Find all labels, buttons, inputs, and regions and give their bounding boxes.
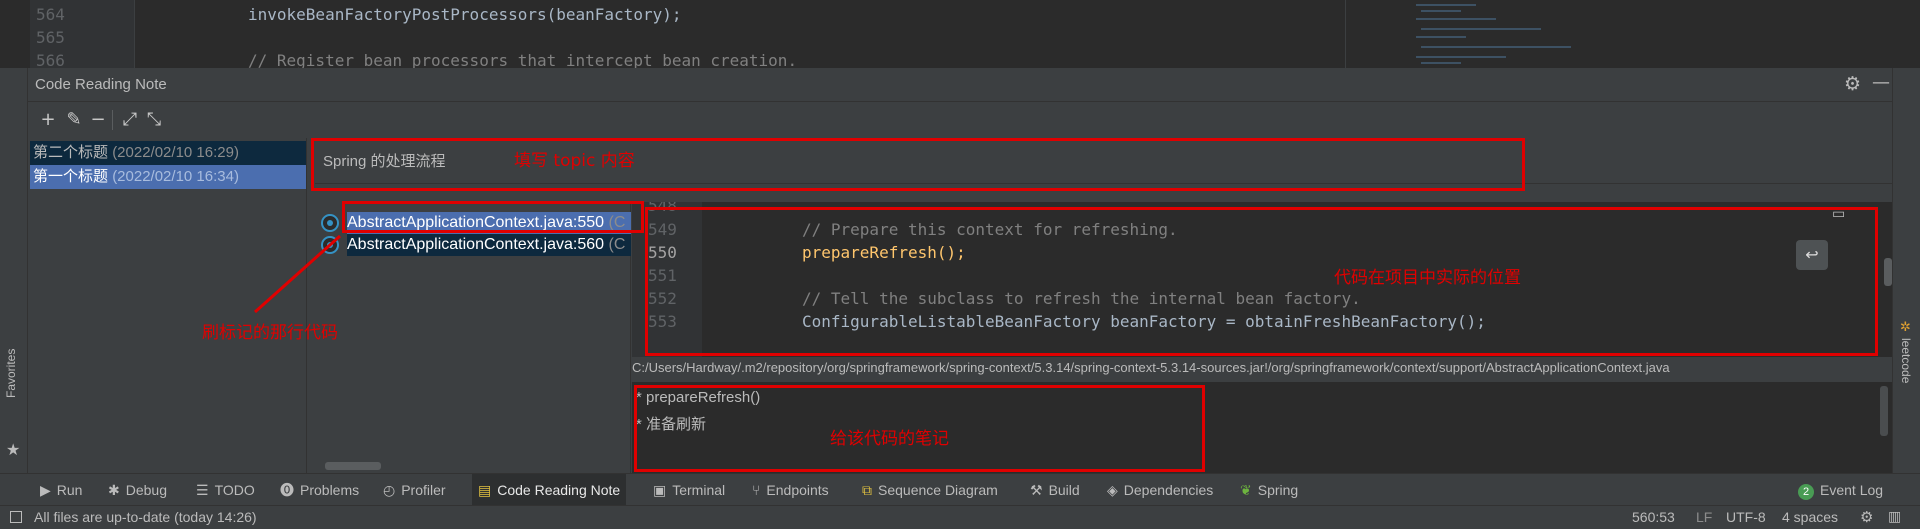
annotation-text-note: 给该代码的笔记 bbox=[830, 429, 949, 449]
note-toolbar: + ✎ − ⤢ ⤡ bbox=[28, 102, 307, 138]
topic-date: (2022/02/10 16:34) bbox=[112, 168, 239, 185]
edit-icon[interactable]: ✎ bbox=[64, 110, 84, 130]
tab-dependencies[interactable]: ◈ Dependencies bbox=[1107, 474, 1213, 506]
tab-todo[interactable]: ☰ TODO bbox=[196, 474, 255, 506]
tool-window-bar: ▶ Run ✱ Debug ☰ TODO ⓿ Problems ◴ Profiler ▤ C… bbox=[0, 473, 1920, 506]
code-location-name: AbstractApplicationContext.java:560 bbox=[347, 236, 605, 253]
list-icon: ☰ bbox=[196, 482, 209, 498]
annotation-text-topic: 填写 topic 内容 bbox=[514, 151, 635, 171]
terminal-icon: ▣ bbox=[653, 482, 667, 498]
leetcode-icon[interactable]: ✲ bbox=[1900, 320, 1911, 335]
tab-profiler[interactable]: ◴ Profiler bbox=[383, 474, 446, 506]
line-ending[interactable]: LF bbox=[1696, 509, 1712, 525]
vertical-scrollbar[interactable] bbox=[1884, 258, 1892, 286]
file-encoding[interactable]: UTF-8 bbox=[1726, 509, 1766, 525]
note-icon: ▤ bbox=[478, 482, 492, 498]
horizontal-scrollbar[interactable] bbox=[325, 462, 381, 470]
annotation-arrow bbox=[254, 234, 341, 314]
minimap bbox=[1345, 0, 1920, 68]
tool-window-title: Code Reading Note bbox=[35, 76, 167, 93]
status-message: All files are up-to-date (today 14:26) bbox=[34, 509, 257, 525]
code-comment[interactable]: // Register bean processors that interce… bbox=[248, 51, 797, 68]
code-location-item[interactable]: AbstractApplicationContext.java:560 (C bbox=[347, 234, 631, 256]
tab-code-reading-note[interactable]: ▤ Code Reading Note bbox=[472, 474, 627, 506]
file-path: C:/Users/Hardway/.m2/repository/org/spri… bbox=[632, 360, 1670, 375]
topic-title: 第二个标题 bbox=[33, 144, 109, 161]
star-icon[interactable]: ★ bbox=[6, 440, 20, 459]
add-icon[interactable]: + bbox=[38, 110, 58, 130]
spring-icon: ❦ bbox=[1240, 482, 1252, 498]
right-tool-strip: ✲ leetcode bbox=[1892, 68, 1920, 473]
tab-build[interactable]: ⚒ Build bbox=[1030, 474, 1080, 506]
tab-problems[interactable]: ⓿ Problems bbox=[280, 474, 359, 506]
remove-icon[interactable]: − bbox=[88, 110, 108, 130]
editor-background: 564 invokeBeanFactoryPostProcessors(bean… bbox=[0, 0, 1920, 68]
toolbar-divider bbox=[112, 110, 113, 130]
play-icon: ▶ bbox=[40, 482, 51, 498]
tab-event-log[interactable]: 2 Event Log bbox=[1798, 474, 1883, 506]
indent-setting[interactable]: 4 spaces bbox=[1782, 509, 1838, 525]
event-count-badge: 2 bbox=[1798, 484, 1814, 500]
hammer-icon: ⚒ bbox=[1030, 482, 1043, 498]
profiler-icon: ◴ bbox=[383, 482, 396, 498]
endpoints-icon: ⑂ bbox=[752, 482, 761, 498]
vertical-scrollbar[interactable] bbox=[1880, 386, 1888, 436]
bug-icon: ✱ bbox=[108, 482, 120, 498]
inspection-icon[interactable]: ⚙ bbox=[1860, 508, 1873, 526]
annotation-box-topic bbox=[311, 138, 1525, 191]
code-line[interactable]: invokeBeanFactoryPostProcessors(beanFact… bbox=[248, 5, 681, 24]
annotation-text-line: 刷标记的那行代码 bbox=[202, 323, 338, 343]
tab-endpoints[interactable]: ⑂ Endpoints bbox=[752, 474, 829, 506]
code-location-list: AbstractApplicationContext.java:550 (C A… bbox=[315, 202, 631, 473]
sequence-diagram-icon: ⧉ bbox=[862, 482, 872, 498]
code-location-hint: (C bbox=[608, 236, 626, 253]
minimize-icon[interactable]: — bbox=[1872, 72, 1890, 93]
dependencies-icon: ◈ bbox=[1107, 482, 1118, 498]
gear-icon[interactable]: ⚙ bbox=[1844, 73, 1861, 95]
topic-item-selected[interactable]: 第一个标题 (2022/02/10 16:34) bbox=[30, 165, 306, 189]
annotation-text-code: 代码在项目中实际的位置 bbox=[1334, 268, 1521, 288]
topic-title: 第一个标题 bbox=[33, 168, 109, 185]
tab-debug[interactable]: ✱ Debug bbox=[108, 474, 167, 506]
tool-window-header: Code Reading Note ⚙ — bbox=[28, 68, 1892, 102]
favorites-label[interactable]: Favorites bbox=[4, 328, 18, 398]
export-icon[interactable]: ⤢ bbox=[120, 110, 140, 130]
tab-terminal[interactable]: ▣ Terminal bbox=[653, 474, 725, 506]
warning-icon: ⓿ bbox=[280, 482, 294, 498]
status-bar: All files are up-to-date (today 14:26) 5… bbox=[0, 505, 1920, 529]
topic-date: (2022/02/10 16:29) bbox=[112, 144, 239, 161]
annotation-box-file bbox=[342, 201, 644, 233]
panel-toggle-icon[interactable] bbox=[10, 511, 22, 523]
line-number: 564 bbox=[36, 5, 65, 24]
tab-spring[interactable]: ❦ Spring bbox=[1240, 474, 1298, 506]
tab-sequence-diagram[interactable]: ⧉ Sequence Diagram bbox=[862, 474, 998, 506]
annotation-box-code bbox=[645, 207, 1878, 356]
line-number: 566 bbox=[36, 51, 65, 68]
line-number: 565 bbox=[36, 28, 65, 47]
tab-run[interactable]: ▶ Run bbox=[40, 474, 82, 506]
caret-position[interactable]: 560:53 bbox=[1632, 509, 1675, 525]
leetcode-label[interactable]: leetcode bbox=[1899, 338, 1913, 408]
left-tool-strip: Favorites ★ bbox=[0, 68, 28, 473]
memory-icon[interactable]: ▥ bbox=[1888, 509, 1901, 525]
import-icon[interactable]: ⤡ bbox=[144, 110, 164, 130]
topic-item[interactable]: 第二个标题 (2022/02/10 16:29) bbox=[30, 141, 306, 165]
